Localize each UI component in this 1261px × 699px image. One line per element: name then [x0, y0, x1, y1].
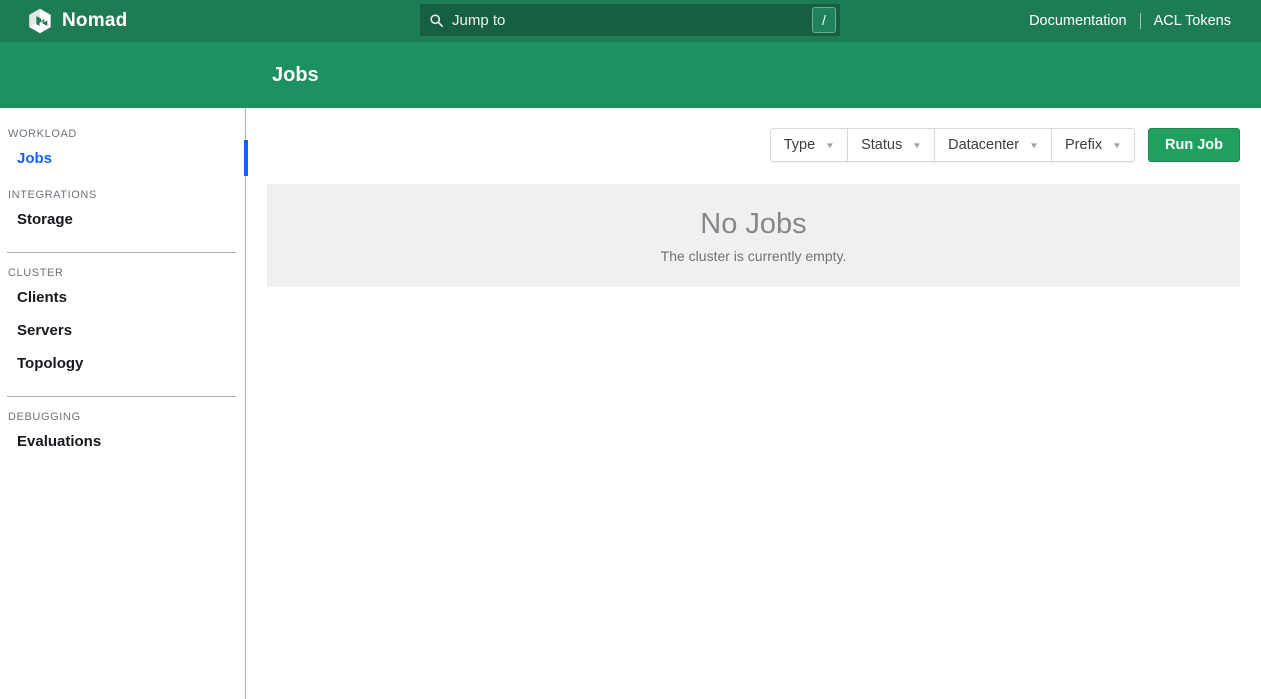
- keyboard-shortcut-badge: /: [812, 7, 836, 33]
- page-title: Jobs: [272, 64, 319, 87]
- run-job-button[interactable]: Run Job: [1148, 128, 1240, 162]
- jump-to-search[interactable]: /: [420, 4, 840, 36]
- sidebar-item-clients[interactable]: Clients: [0, 281, 245, 314]
- chevron-down-icon: ▼: [1029, 141, 1039, 150]
- documentation-link[interactable]: Documentation: [1029, 13, 1127, 29]
- acl-tokens-link[interactable]: ACL Tokens: [1154, 13, 1231, 29]
- type-filter-dropdown[interactable]: Type ▼: [770, 128, 848, 162]
- chevron-down-icon: ▼: [1112, 141, 1122, 150]
- sidebar-section-debugging: DEBUGGING: [8, 411, 237, 423]
- main-content: Type ▼ Status ▼ Datacenter ▼ Prefix ▼ Ru…: [246, 108, 1261, 699]
- sidebar-item-storage[interactable]: Storage: [0, 203, 245, 236]
- sidebar-section-workload: WORKLOAD: [8, 128, 237, 140]
- datacenter-filter-dropdown[interactable]: Datacenter ▼: [934, 128, 1052, 162]
- chevron-down-icon: ▼: [912, 141, 922, 150]
- type-filter-label: Type: [784, 137, 815, 153]
- status-filter-label: Status: [861, 137, 902, 153]
- sidebar-item-jobs[interactable]: Jobs: [0, 142, 245, 175]
- sidebar-item-servers[interactable]: Servers: [0, 314, 245, 347]
- nomad-logo[interactable]: Nomad: [0, 8, 127, 34]
- empty-state-message: The cluster is currently empty.: [661, 248, 847, 264]
- nomad-logo-icon: [27, 8, 53, 34]
- sidebar-section-integrations: INTEGRATIONS: [8, 189, 237, 201]
- datacenter-filter-label: Datacenter: [948, 137, 1019, 153]
- topbar-links: Documentation ACL Tokens: [1029, 13, 1261, 29]
- page-header: Jobs: [0, 42, 1261, 108]
- prefix-filter-label: Prefix: [1065, 137, 1102, 153]
- sidebar-divider: [7, 396, 236, 397]
- prefix-filter-dropdown[interactable]: Prefix ▼: [1051, 128, 1135, 162]
- search-icon: [429, 13, 444, 28]
- sidebar-item-evaluations[interactable]: Evaluations: [0, 425, 245, 458]
- sidebar: WORKLOAD Jobs INTEGRATIONS Storage CLUST…: [0, 108, 246, 699]
- link-separator: [1140, 13, 1141, 29]
- sidebar-item-topology[interactable]: Topology: [0, 347, 245, 380]
- layout: WORKLOAD Jobs INTEGRATIONS Storage CLUST…: [0, 108, 1261, 699]
- sidebar-section-cluster: CLUSTER: [8, 267, 237, 279]
- jobs-toolbar: Type ▼ Status ▼ Datacenter ▼ Prefix ▼ Ru…: [267, 128, 1240, 162]
- status-filter-dropdown[interactable]: Status ▼: [847, 128, 935, 162]
- search-input[interactable]: [444, 12, 812, 29]
- top-navbar: Nomad / Documentation ACL Tokens: [0, 0, 1261, 42]
- empty-state: No Jobs The cluster is currently empty.: [267, 184, 1240, 287]
- filter-group: Type ▼ Status ▼ Datacenter ▼ Prefix ▼: [770, 128, 1135, 162]
- sidebar-divider: [7, 252, 236, 253]
- chevron-down-icon: ▼: [825, 141, 835, 150]
- brand-name: Nomad: [62, 10, 127, 32]
- empty-state-title: No Jobs: [700, 208, 806, 241]
